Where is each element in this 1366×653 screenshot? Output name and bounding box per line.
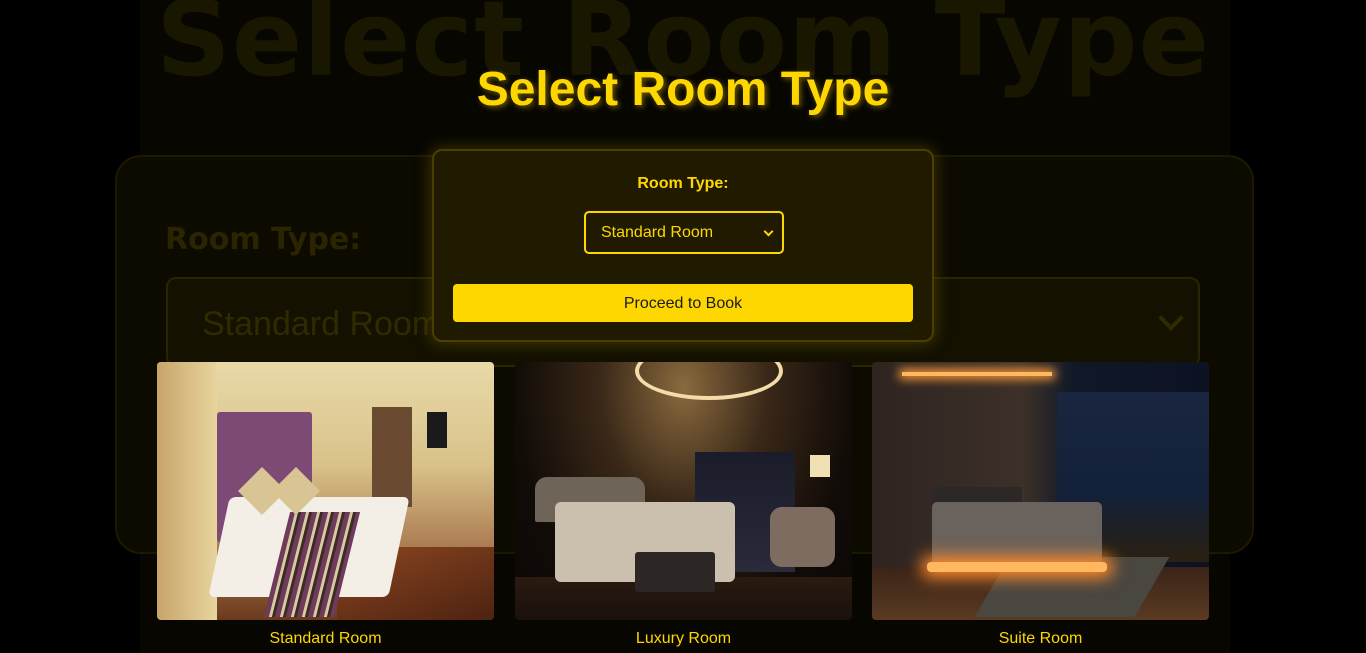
luxury-room-image[interactable] [515, 362, 852, 620]
room-card-standard[interactable]: Standard Room [157, 362, 494, 647]
room-card-luxury[interactable]: Luxury Room [515, 362, 852, 647]
suite-room-image[interactable] [872, 362, 1209, 620]
room-type-select[interactable]: Standard Room [584, 211, 784, 254]
room-type-form: Room Type: Standard Room Proceed to Book [432, 149, 934, 342]
page-title: Select Room Type [476, 63, 890, 116]
chevron-down-icon [763, 226, 774, 237]
standard-room-image[interactable] [157, 362, 494, 620]
chevron-down-icon [1158, 305, 1184, 331]
room-type-select-value: Standard Room [601, 224, 714, 241]
background-label: Room Type: [165, 222, 362, 257]
room-name: Luxury Room [635, 630, 732, 647]
proceed-to-book-button[interactable]: Proceed to Book [453, 284, 913, 322]
room-card-suite[interactable]: Suite Room [872, 362, 1209, 647]
room-name: Standard Room [269, 630, 382, 647]
room-name: Suite Room [998, 630, 1083, 647]
room-type-label: Room Type: [637, 175, 729, 192]
background-select-value: Standard Room [202, 305, 441, 343]
